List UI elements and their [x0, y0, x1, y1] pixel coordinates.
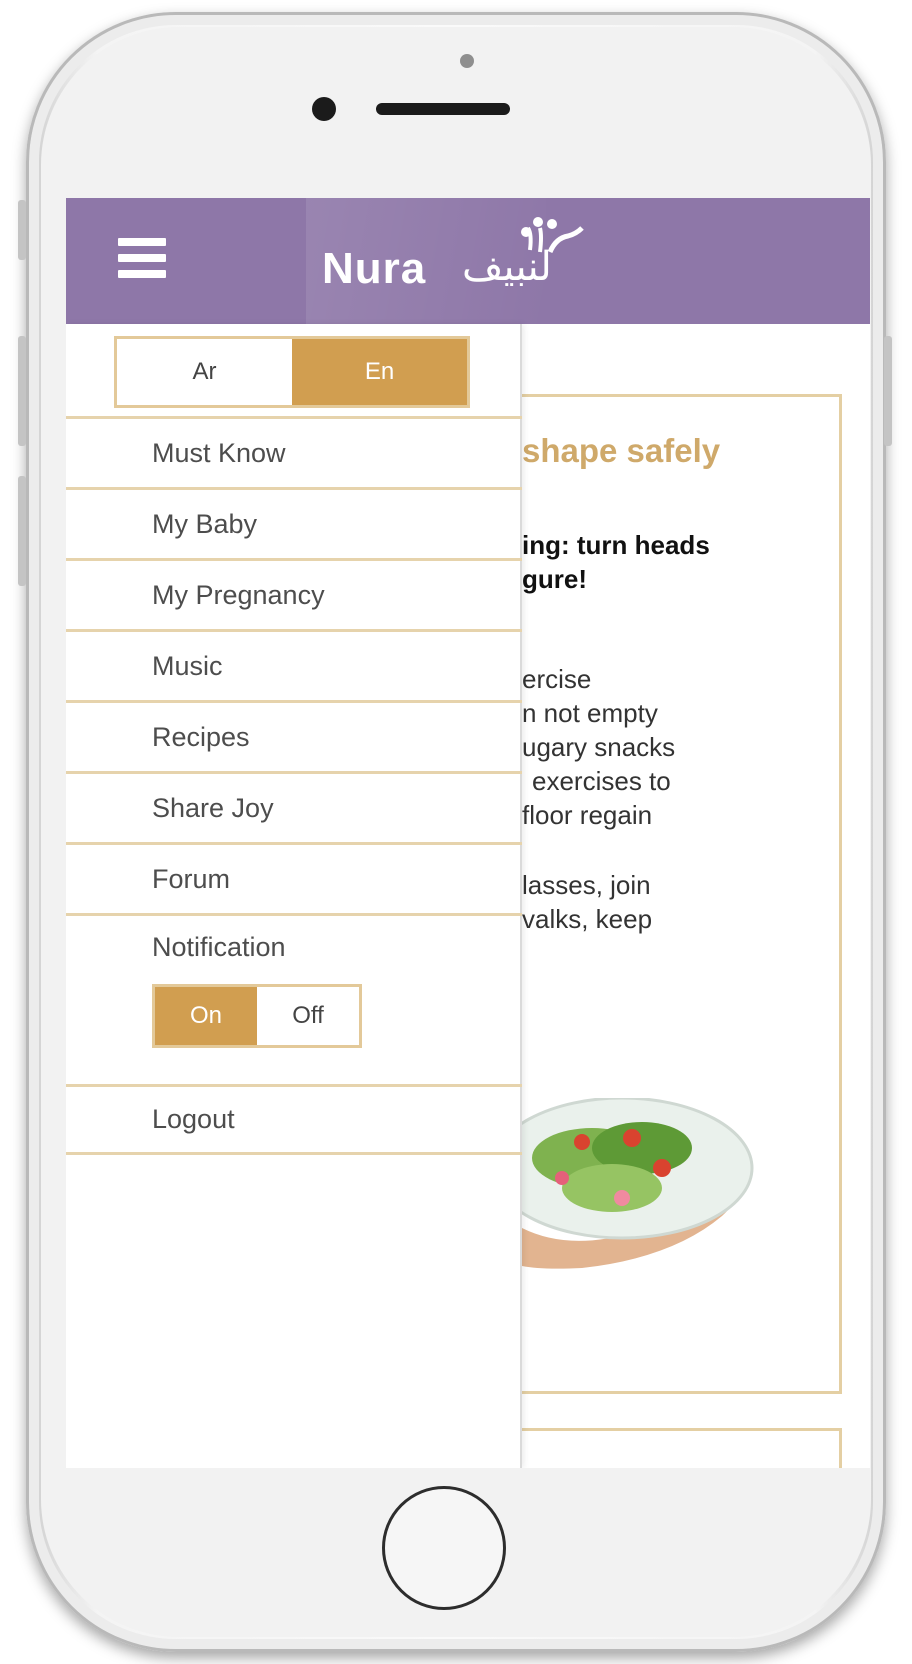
article-text-line: n not empty	[522, 698, 658, 728]
menu-item-my-baby[interactable]: My Baby	[66, 487, 522, 558]
article-text-line: ugary snacks	[522, 732, 676, 762]
menu-item-music[interactable]: Music	[66, 629, 522, 700]
notification-section: Notification On Off	[66, 913, 522, 1084]
notification-toggle: On Off	[152, 984, 362, 1048]
article-text-line: exercises to	[532, 766, 671, 796]
article-text-line: lasses, join	[522, 870, 651, 900]
language-switch: Ar En	[114, 336, 470, 408]
article-subtitle-line: gure!	[522, 564, 587, 594]
menu-item-share-joy[interactable]: Share Joy	[66, 771, 522, 842]
mute-switch	[18, 200, 26, 260]
top-bar: Nura لنبيف	[66, 198, 870, 324]
home-button[interactable]	[382, 1486, 506, 1610]
notification-on-button[interactable]: On	[155, 987, 257, 1045]
language-en-button[interactable]: En	[292, 339, 467, 405]
front-camera	[312, 97, 336, 121]
language-ar-button[interactable]: Ar	[117, 339, 292, 405]
article-text-line: floor regain	[522, 800, 653, 830]
logout-button[interactable]: Logout	[66, 1084, 522, 1155]
navigation-drawer: Ar En Must Know My Baby My Pregnancy Mus…	[66, 324, 522, 1468]
notification-off-button[interactable]: Off	[257, 987, 359, 1045]
menu-item-forum[interactable]: Forum	[66, 842, 522, 913]
article-text-line: valks, keep	[522, 904, 653, 934]
article-text-line: ercise	[522, 664, 592, 694]
menu-item-must-know[interactable]: Must Know	[66, 416, 522, 487]
volume-up-button	[18, 336, 26, 446]
drawer-menu: Must Know My Baby My Pregnancy Music Rec…	[66, 416, 522, 1155]
article-title: shape safely	[522, 432, 721, 469]
article-subtitle-line: ing: turn heads	[522, 530, 710, 560]
power-button	[884, 336, 892, 446]
salad-bowl-image	[522, 1098, 754, 1269]
earpiece-speaker	[376, 103, 510, 115]
app-screen: Nura لنبيف shape safely ing: turn heads …	[66, 198, 870, 1468]
logo-text: Nura	[322, 244, 427, 293]
logo-sprout-icon	[521, 217, 584, 254]
menu-item-recipes[interactable]: Recipes	[66, 700, 522, 771]
article-card-next	[506, 1428, 842, 1468]
menu-item-my-pregnancy[interactable]: My Pregnancy	[66, 558, 522, 629]
hamburger-menu-icon[interactable]	[118, 238, 166, 280]
proximity-sensor	[460, 54, 474, 68]
volume-down-button	[18, 476, 26, 586]
notification-label: Notification	[152, 932, 286, 962]
